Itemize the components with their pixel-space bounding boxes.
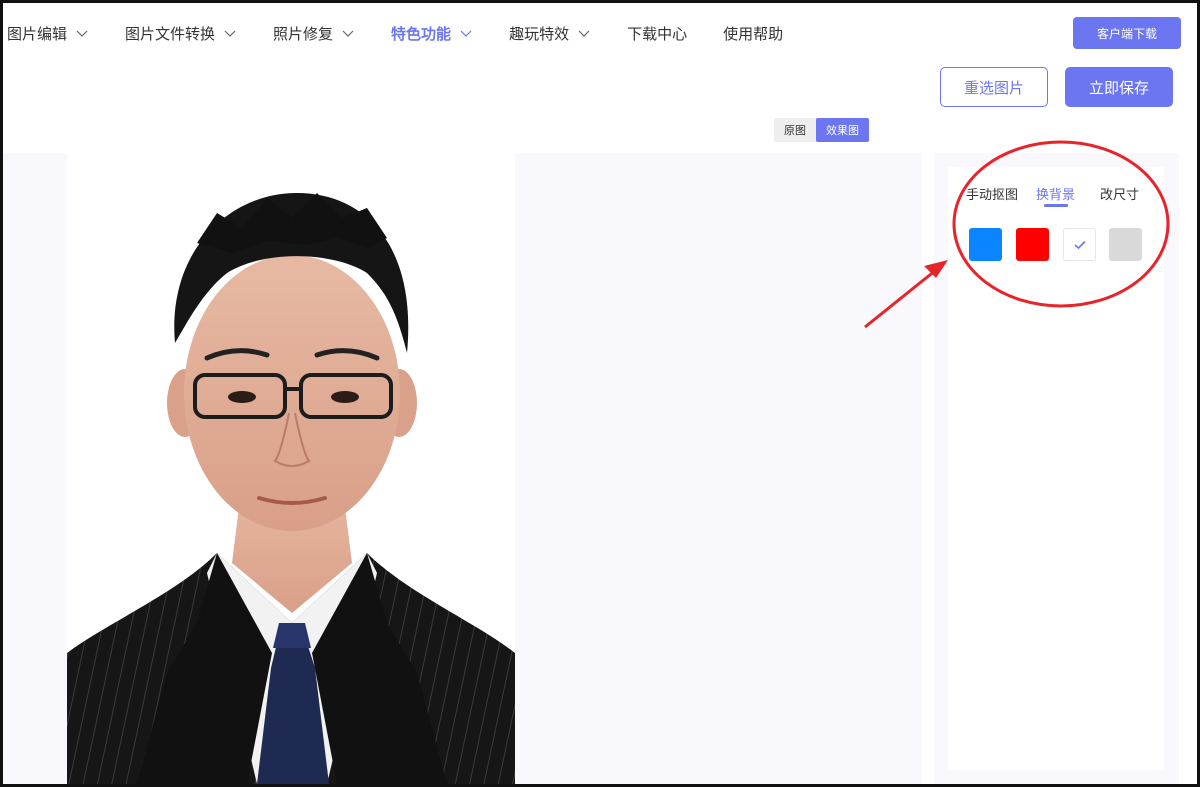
swatch-blue[interactable] [969,228,1002,261]
download-client-button[interactable]: 客户端下载 [1073,17,1181,49]
nav-item-label: 趣玩特效 [509,24,570,43]
nav-item-label: 使用帮助 [723,24,784,43]
nav-item-photo-repair[interactable]: 照片修复 [273,3,355,63]
nav-item-label: 图片编辑 [7,24,68,43]
swatch-gray[interactable] [1109,228,1142,261]
chevron-down-icon [460,30,472,37]
portrait-photo [67,153,515,784]
nav-item-image-edit[interactable]: 图片编辑 [7,3,89,63]
chevron-down-icon [578,30,590,37]
active-tab-indicator [1044,204,1068,207]
nav-item-label: 特色功能 [391,24,452,43]
check-icon [1073,240,1086,249]
chevron-down-icon [224,30,236,37]
swatch-white[interactable] [1063,228,1096,261]
nav-item-label: 图片文件转换 [125,24,216,43]
tab-change-background[interactable]: 换背景 [1036,184,1075,203]
swatch-red[interactable] [1016,228,1049,261]
nav-item-fun-effects[interactable]: 趣玩特效 [509,3,591,63]
nav-item-label: 下载中心 [627,24,688,43]
nav-item-download-center[interactable]: 下载中心 [627,3,687,63]
top-nav: 图片编辑 图片文件转换 照片修复 特色功能 趣玩特效 下载中心 使用帮助 客户端… [3,3,1197,63]
nav-item-help[interactable]: 使用帮助 [723,3,783,63]
save-now-button[interactable]: 立即保存 [1065,67,1173,107]
nav-item-featured[interactable]: 特色功能 [391,3,473,63]
portrait-illustration [67,193,515,784]
view-toggle: 原图 效果图 [774,118,869,142]
reselect-image-button[interactable]: 重选图片 [940,67,1048,107]
chevron-down-icon [76,30,88,37]
effect-view-tab[interactable]: 效果图 [816,118,869,142]
nav-item-file-convert[interactable]: 图片文件转换 [125,3,237,63]
nav-item-label: 照片修复 [273,24,334,43]
chevron-down-icon [342,30,354,37]
original-view-tab[interactable]: 原图 [774,118,816,142]
tab-manual-cutout[interactable]: 手动抠图 [966,184,1018,203]
tab-resize[interactable]: 改尺寸 [1100,184,1139,203]
